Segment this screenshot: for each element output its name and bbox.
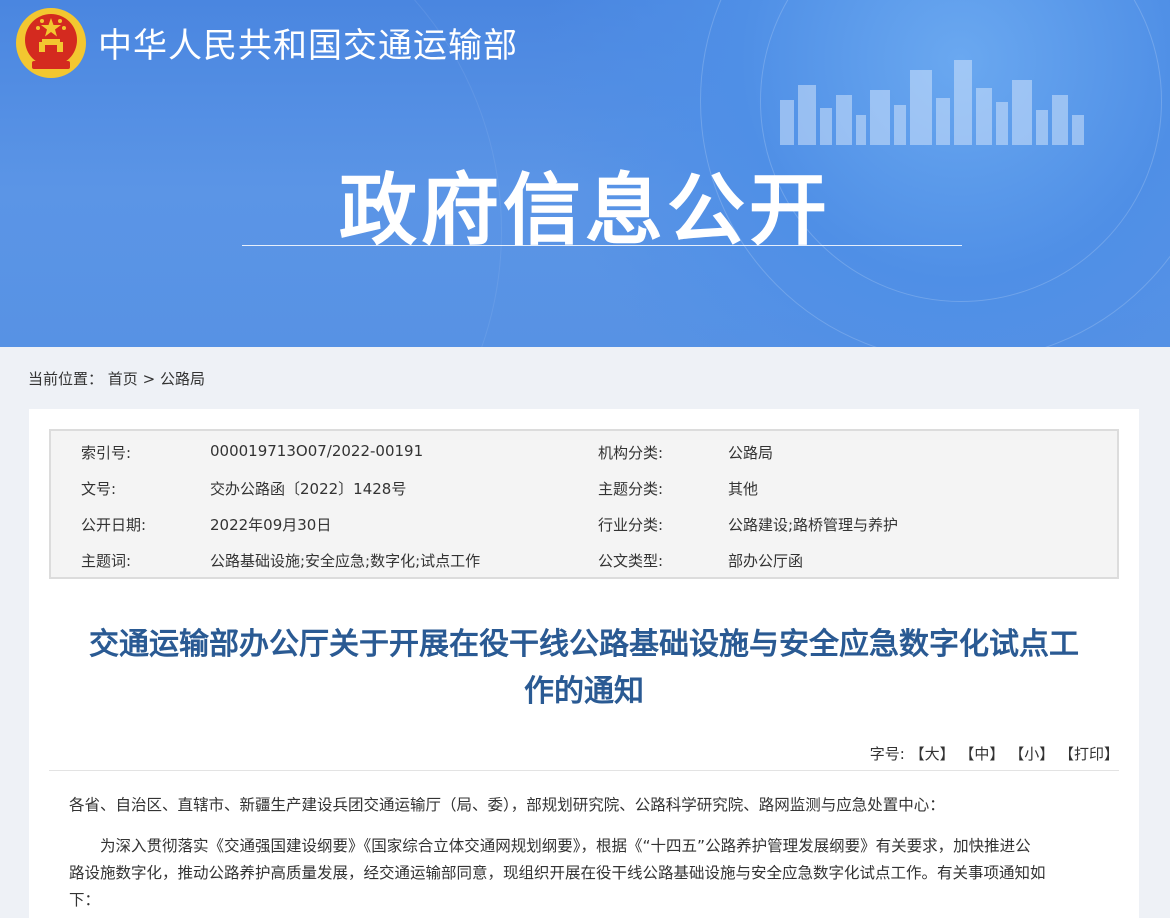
title-divider: [242, 245, 962, 246]
section-title: 政府信息公开: [338, 166, 831, 256]
body-paragraph: 为深入贯彻落实《交通强国建设纲要》《国家综合立体交通网规划纲要》，根据《“十四五…: [69, 833, 1099, 914]
org-label: 机构分类:: [598, 444, 664, 462]
date-label: 公开日期:: [81, 516, 147, 534]
doctype-label: 公文类型:: [598, 552, 664, 570]
print-button[interactable]: 【打印】: [1059, 745, 1119, 763]
topic-value: 其他: [728, 480, 759, 498]
breadcrumb: 当前位置： 首页 > 公路局: [28, 368, 205, 389]
paragraph-line: 下：: [69, 891, 101, 909]
paragraph-line: 为深入贯彻落实《交通强国建设纲要》《国家综合立体交通网规划纲要》，根据《“十四五…: [100, 837, 1031, 855]
doctype-value: 部办公厅函: [728, 552, 804, 570]
breadcrumb-separator: >: [142, 370, 156, 388]
divider: [49, 770, 1119, 771]
document-title-line: 作的通知: [524, 674, 644, 709]
org-value: 公路局: [728, 444, 774, 462]
industry-label: 行业分类:: [598, 516, 664, 534]
industry-value: 公路建设;路桥管理与养护: [728, 516, 899, 534]
index-value: 000019713O07/2022-00191: [210, 442, 424, 460]
national-emblem-icon: [16, 8, 86, 78]
keywords-value: 公路基础设施;安全应急;数字化;试点工作: [210, 552, 481, 570]
index-label: 索引号:: [81, 444, 132, 462]
font-size-medium-button[interactable]: 【中】: [959, 745, 1004, 763]
document-title: 交通运输部办公厅关于开展在役干线公路基础设施与安全应急数字化试点工 作的通知: [49, 621, 1119, 715]
document-title-line: 交通运输部办公厅关于开展在役干线公路基础设施与安全应急数字化试点工: [89, 627, 1079, 662]
breadcrumb-current-link[interactable]: 公路局: [160, 370, 205, 388]
document-metadata-table: 索引号: 000019713O07/2022-00191 机构分类: 公路局 文…: [49, 429, 1119, 579]
breadcrumb-home-link[interactable]: 首页: [108, 370, 138, 388]
topic-label: 主题分类:: [598, 480, 664, 498]
font-size-label: 字号:: [869, 745, 905, 763]
font-size-large-button[interactable]: 【大】: [910, 745, 955, 763]
docno-label: 文号:: [81, 480, 117, 498]
docno-value: 交办公路函〔2022〕1428号: [210, 480, 407, 498]
paragraph-line: 路设施数字化，推动公路养护高质量发展，经交通运输部同意，现组织开展在役干线公路基…: [69, 864, 1046, 882]
keywords-label: 主题词:: [81, 552, 132, 570]
breadcrumb-label: 当前位置：: [28, 370, 104, 388]
header-banner: 中华人民共和国交通运输部 政府信息公开: [0, 0, 1170, 347]
date-value: 2022年09月30日: [210, 516, 332, 534]
city-skyline-graphic: [780, 60, 1084, 145]
recipients-paragraph: 各省、自治区、直辖市、新疆生产建设兵团交通运输厅（局、委），部规划研究院、公路科…: [69, 796, 945, 814]
content-panel: 索引号: 000019713O07/2022-00191 机构分类: 公路局 文…: [29, 409, 1139, 918]
font-size-controls: 字号: 【大】 【中】 【小】 【打印】: [870, 743, 1119, 764]
ministry-name: 中华人民共和国交通运输部: [98, 26, 518, 66]
font-size-small-button[interactable]: 【小】: [1009, 745, 1054, 763]
